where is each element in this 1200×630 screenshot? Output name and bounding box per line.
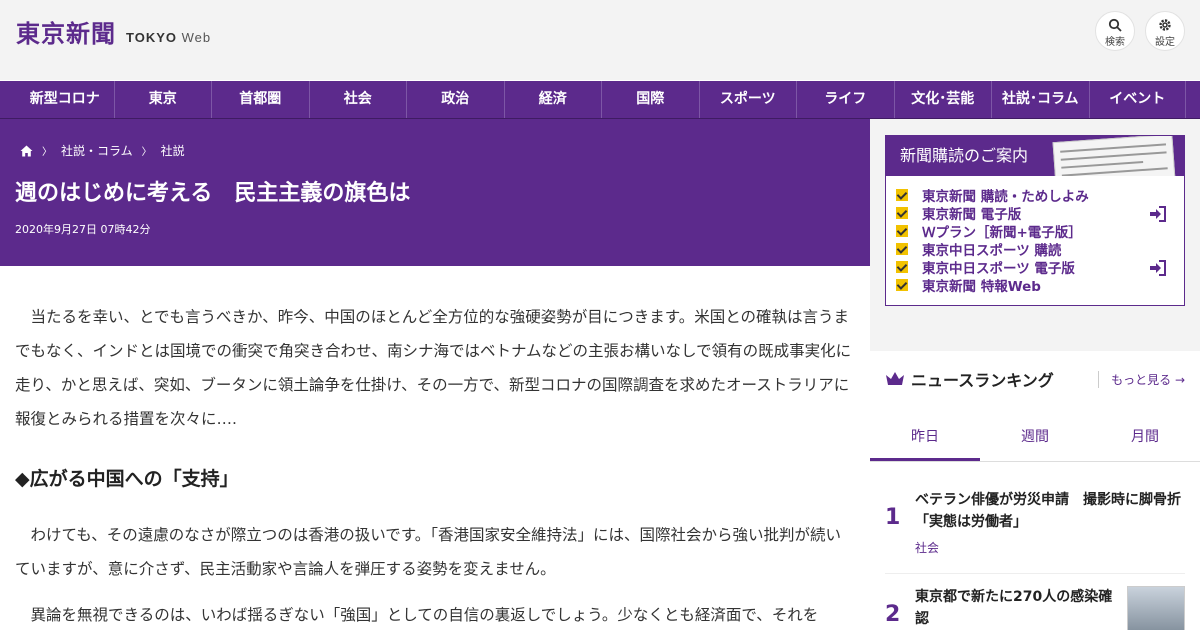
sidebar: 新聞購読のご案内 東京新聞 購読・ためしよみ 東京新聞 電子版 Ｗプラン［新聞+… bbox=[870, 119, 1200, 630]
article-header: 〉 社説・コラム 〉 社説 週のはじめに考える 民主主義の旗色は 2020年9月… bbox=[0, 119, 870, 266]
tab-week[interactable]: 週間 bbox=[980, 414, 1090, 461]
ranking-title-text[interactable]: ベテラン俳優が労災申請 撮影時に脚骨折 「実態は労働者」 bbox=[915, 489, 1181, 533]
section-heading: ◆広がる中国への「支持」 bbox=[15, 468, 239, 490]
search-button[interactable]: 検索 bbox=[1095, 11, 1135, 51]
site-logo[interactable]: 東京新聞 TOKYO Web bbox=[16, 14, 211, 49]
tab-yesterday[interactable]: 昨日 bbox=[870, 414, 980, 461]
ranking-title-text[interactable]: 東京都で新たに270人の感染確 認 bbox=[915, 586, 1115, 630]
chevron-right-icon: 〉 bbox=[42, 147, 52, 158]
site-header: 東京新聞 TOKYO Web 検索 設定 bbox=[0, 0, 1200, 80]
subscription-link[interactable]: 東京中日スポーツ 購読 bbox=[896, 240, 1184, 259]
check-icon bbox=[896, 225, 908, 237]
more-link[interactable]: もっと見る → bbox=[1098, 371, 1185, 388]
article-date: 2020年9月27日 07時42分 bbox=[15, 223, 151, 236]
rank-number: 2 bbox=[885, 602, 901, 627]
ranking-tabs: 昨日 週間 月間 bbox=[870, 414, 1200, 462]
ranking-title: ニュースランキング bbox=[911, 371, 1054, 390]
paragraph: 当たるを幸い、とでも言うべきか、昨今、中国のほとんど全方位的な強硬姿勢が目につき… bbox=[15, 308, 852, 428]
subscription-link[interactable]: 東京新聞 特報Web bbox=[896, 276, 1184, 295]
logo-japanese: 東京新聞 bbox=[16, 19, 116, 48]
subscription-link[interactable]: Ｗプラン［新聞+電子版］ bbox=[896, 222, 1184, 241]
nav-item-world[interactable]: 国際 bbox=[601, 81, 699, 118]
settings-label: 設定 bbox=[1155, 37, 1175, 48]
ranking-header: ニュースランキング bbox=[885, 367, 1054, 391]
main-nav: 新型コロナ 東京 首都圏 社会 政治 経済 国際 スポーツ ライフ 文化･芸能 … bbox=[0, 81, 1200, 118]
login-icon[interactable] bbox=[1149, 206, 1167, 222]
nav-item-sports[interactable]: スポーツ bbox=[698, 81, 797, 118]
home-icon[interactable] bbox=[20, 145, 33, 157]
nav-item-events[interactable]: イベント bbox=[1088, 81, 1186, 118]
arrow-right-icon: → bbox=[1174, 373, 1185, 387]
ranking-item[interactable]: 2 東京都で新たに270人の感染確 認 bbox=[885, 573, 1185, 630]
subscription-title: 新聞購読のご案内 bbox=[900, 146, 1029, 165]
breadcrumb-editorial[interactable]: 社説 bbox=[161, 142, 185, 159]
rank-number: 1 bbox=[885, 505, 901, 530]
paragraph: 異論を無視できるのは、いわば揺るぎない「強国」としての自信の裏返しでしょう。少な… bbox=[30, 606, 819, 624]
article-body: 当たるを幸い、とでも言うべきか、昨今、中国のほとんど全方位的な強硬姿勢が目につき… bbox=[15, 300, 855, 630]
check-icon bbox=[896, 243, 908, 255]
subscription-header: 新聞購読のご案内 bbox=[886, 136, 1184, 176]
settings-button[interactable]: 設定 bbox=[1145, 11, 1185, 51]
check-icon bbox=[896, 189, 908, 201]
crown-icon bbox=[886, 372, 904, 385]
nav-item-tokyo[interactable]: 東京 bbox=[113, 81, 212, 118]
breadcrumb-opinion[interactable]: 社説・コラム bbox=[61, 142, 133, 159]
nav-item-culture[interactable]: 文化･芸能 bbox=[893, 81, 992, 118]
check-icon bbox=[896, 207, 908, 219]
page-title: 週のはじめに考える 民主主義の旗色は bbox=[15, 181, 411, 206]
gear-icon bbox=[1159, 19, 1171, 31]
subscription-link[interactable]: 東京新聞 購読・ためしよみ bbox=[896, 186, 1184, 205]
nav-item-society[interactable]: 社会 bbox=[308, 81, 407, 118]
ranking-thumbnail[interactable] bbox=[1127, 586, 1185, 630]
logo-english: TOKYO Web bbox=[126, 30, 212, 45]
paragraph: わけても、その遠慮のなさが際立つのは香港の扱いです。「香港国家安全維持法」には、… bbox=[15, 526, 841, 578]
tab-month[interactable]: 月間 bbox=[1090, 414, 1200, 461]
nav-item-corona[interactable]: 新型コロナ bbox=[16, 81, 114, 118]
nav-item-opinion[interactable]: 社説･コラム bbox=[991, 81, 1089, 118]
chevron-right-icon: 〉 bbox=[141, 147, 152, 158]
check-icon bbox=[896, 261, 908, 273]
subscription-link[interactable]: 東京中日スポーツ 電子版 bbox=[896, 258, 1184, 277]
subscription-link[interactable]: 東京新聞 電子版 bbox=[896, 204, 1184, 223]
nav-item-metro[interactable]: 首都圏 bbox=[211, 81, 309, 118]
news-ranking: ニュースランキング もっと見る → 昨日 週間 月間 1 ベテラン俳優が労災申請… bbox=[870, 351, 1200, 630]
newspaper-image bbox=[1052, 136, 1176, 176]
search-label: 検索 bbox=[1105, 37, 1125, 48]
subscription-list: 東京新聞 購読・ためしよみ 東京新聞 電子版 Ｗプラン［新聞+電子版］ 東京中日… bbox=[886, 176, 1184, 295]
nav-item-life[interactable]: ライフ bbox=[796, 81, 894, 118]
nav-item-politics[interactable]: 政治 bbox=[406, 81, 504, 118]
search-icon bbox=[1108, 18, 1122, 32]
nav-item-economy[interactable]: 経済 bbox=[503, 81, 602, 118]
login-icon[interactable] bbox=[1149, 260, 1167, 276]
ranking-category[interactable]: 社会 bbox=[915, 539, 939, 556]
breadcrumb: 〉 社説・コラム 〉 社説 bbox=[20, 142, 185, 159]
subscription-box: 新聞購読のご案内 東京新聞 購読・ためしよみ 東京新聞 電子版 Ｗプラン［新聞+… bbox=[885, 135, 1185, 306]
check-icon bbox=[896, 279, 908, 291]
